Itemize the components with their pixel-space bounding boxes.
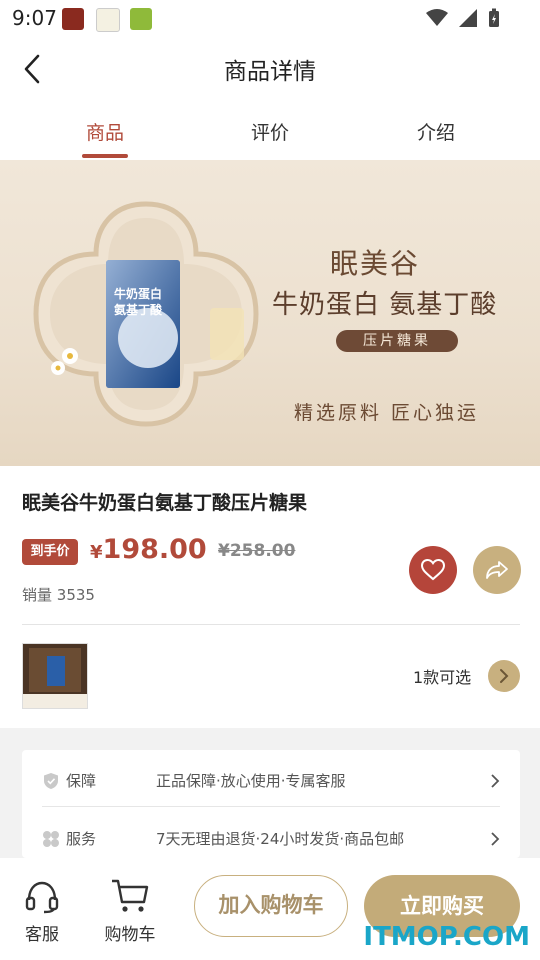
service-label: 服务 — [66, 830, 97, 848]
service-card: 保障 正品保障·放心使用·专属客服 服务 7天无理由退货·24小时发货·商品包邮 — [22, 750, 520, 858]
add-to-cart-button[interactable]: 加入购物车 — [194, 875, 348, 937]
watermark: ITMOP.COM — [363, 922, 530, 952]
notification-app-icon — [62, 8, 84, 30]
sales-label: 销量 — [22, 586, 53, 604]
original-price: ¥258.00 — [218, 541, 296, 561]
customer-service-label: 客服 — [25, 925, 59, 945]
tab-active-indicator — [82, 154, 128, 158]
price-value: 198.00 — [102, 534, 207, 565]
service-row[interactable]: 服务 7天无理由退货·24小时发货·商品包邮 — [42, 812, 502, 864]
banner-brand: 眠美谷 — [330, 247, 421, 280]
variant-select-button[interactable] — [488, 660, 520, 692]
variant-image — [23, 644, 87, 708]
status-time: 9:07 — [12, 6, 57, 30]
banner-slogan: 精选原料 匠心独运 — [294, 402, 480, 424]
cart-button[interactable]: 购物车 — [102, 878, 158, 945]
divider — [22, 624, 520, 625]
signal-icon — [459, 9, 477, 27]
battery-icon — [489, 8, 499, 27]
current-price: ¥198.00 — [90, 534, 207, 565]
shield-icon — [44, 773, 58, 789]
guarantee-text: 正品保障·放心使用·专属客服 — [156, 772, 346, 790]
shopping-cart-icon — [112, 879, 149, 912]
product-banner[interactable]: 牛奶蛋白 氨基丁酸 眠美谷 牛奶蛋白 氨基丁酸 压片糖果 精选原料 匠心独运 — [0, 160, 540, 466]
chevron-right-icon — [491, 832, 500, 846]
system-icons — [426, 8, 500, 28]
customer-service-button[interactable]: 客服 — [22, 880, 62, 945]
clover-icon — [43, 831, 59, 847]
heart-icon — [421, 559, 445, 581]
wifi-icon — [426, 9, 448, 26]
service-text: 7天无理由退货·24小时发货·商品包邮 — [156, 830, 405, 848]
price-badge: 到手价 — [22, 539, 78, 565]
tab-bar: 商品 评价 介绍 — [0, 110, 540, 160]
sales-count: 3535 — [56, 586, 95, 604]
product-name: 眠美谷牛奶蛋白氨基丁酸压片糖果 — [22, 492, 308, 514]
page-title: 商品详情 — [224, 59, 316, 85]
tab-product[interactable]: 商品 — [86, 118, 124, 145]
svg-text:牛奶蛋白: 牛奶蛋白 — [114, 286, 162, 301]
guarantee-row[interactable]: 保障 正品保障·放心使用·专属客服 — [42, 754, 502, 806]
svg-text:氨基丁酸: 氨基丁酸 — [114, 302, 163, 317]
chevron-right-icon — [500, 669, 509, 683]
banner-pill: 压片糖果 — [336, 330, 458, 352]
product-image: 牛奶蛋白 氨基丁酸 — [33, 201, 259, 427]
app-header: 商品详情 — [0, 40, 540, 98]
cart-label: 购物车 — [104, 925, 156, 945]
variant-thumbnail[interactable] — [22, 643, 88, 709]
chevron-right-icon — [491, 774, 500, 788]
favorite-button[interactable] — [409, 546, 457, 594]
banner-headline: 牛奶蛋白 氨基丁酸 — [272, 290, 498, 320]
sales-volume: 销量 3535 — [22, 584, 95, 605]
share-arrow-icon — [486, 561, 508, 579]
notification-app-icon — [130, 8, 152, 30]
notification-app-icon — [96, 8, 120, 32]
tab-reviews[interactable]: 评价 — [251, 118, 289, 145]
variant-count[interactable]: 1款可选 — [413, 664, 471, 688]
divider — [42, 806, 500, 807]
guarantee-label: 保障 — [66, 772, 97, 790]
status-bar: 9:07 — [0, 0, 540, 36]
tab-introduction[interactable]: 介绍 — [417, 118, 455, 145]
headset-icon — [25, 881, 59, 914]
currency-symbol: ¥ — [90, 542, 103, 563]
share-button[interactable] — [473, 546, 521, 594]
